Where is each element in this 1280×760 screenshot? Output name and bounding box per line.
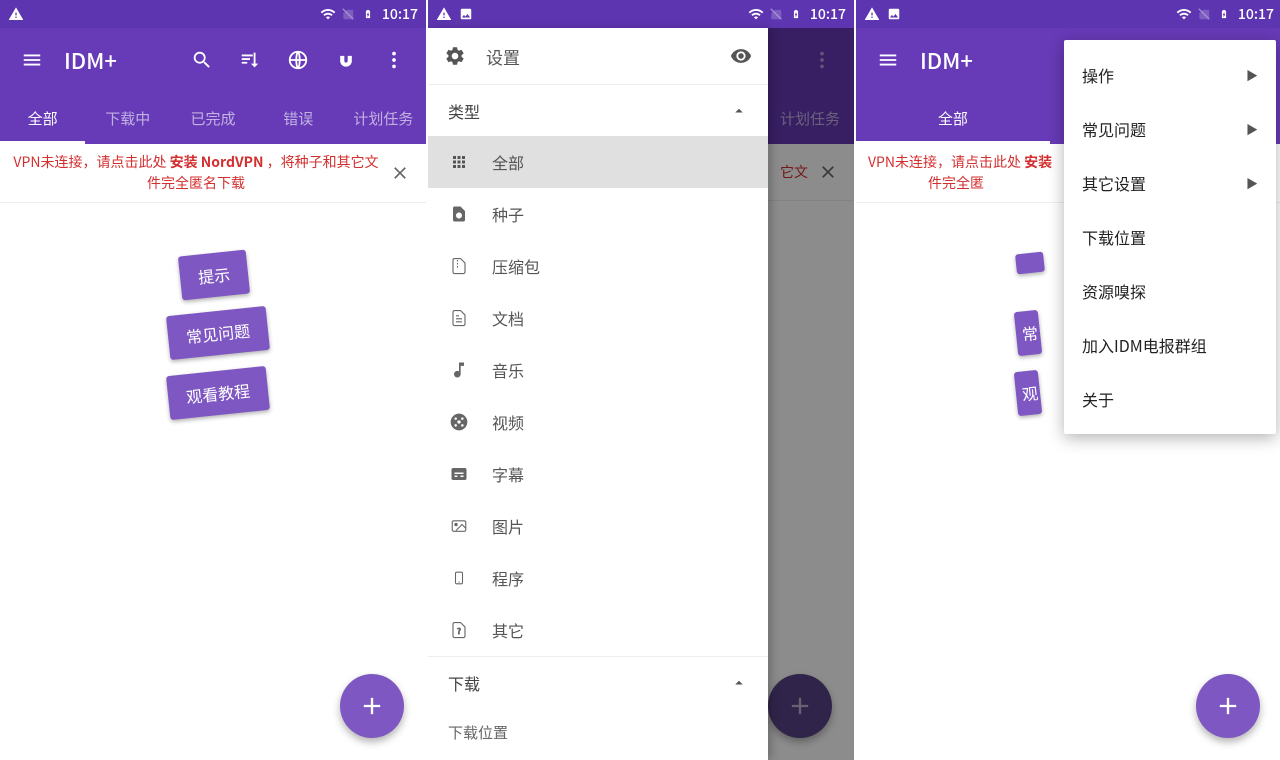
type-image[interactable]: 图片 bbox=[428, 500, 768, 552]
sort-button[interactable] bbox=[226, 36, 274, 84]
video-icon bbox=[448, 411, 470, 433]
status-time: 10:17 bbox=[810, 4, 846, 24]
phone-screen-1: 10:17 IDM+ 全部 下载中 已完成 错误 计划任务 VPN未连接，请点击… bbox=[0, 0, 426, 760]
picture-icon bbox=[448, 515, 470, 537]
search-button[interactable] bbox=[178, 36, 226, 84]
type-program[interactable]: 程序 bbox=[428, 552, 768, 604]
chevron-right-icon: ▶ bbox=[1246, 121, 1258, 138]
drawer-download-location[interactable]: 下载位置 bbox=[428, 708, 768, 757]
drawer-section-types[interactable]: 类型 bbox=[428, 84, 768, 136]
type-archive[interactable]: 压缩包 bbox=[428, 240, 768, 292]
gear-icon bbox=[444, 45, 466, 67]
menu-about[interactable]: 关于 bbox=[1064, 372, 1276, 426]
fab-add[interactable] bbox=[340, 674, 404, 738]
vpn-banner[interactable]: VPN未连接，请点击此处 安装 NordVPN ，将种子和其它文件完全匿名下载 bbox=[0, 144, 426, 203]
browser-button[interactable] bbox=[274, 36, 322, 84]
tab-error[interactable]: 错误 bbox=[256, 92, 341, 144]
no-sim-icon bbox=[768, 6, 784, 22]
app-bar: IDM+ bbox=[0, 28, 426, 92]
menu-faq[interactable]: 常见问题▶ bbox=[1064, 102, 1276, 156]
type-torrent[interactable]: 种子 bbox=[428, 188, 768, 240]
more-button[interactable] bbox=[370, 36, 418, 84]
unknown-file-icon: ? bbox=[448, 619, 470, 641]
warning-icon bbox=[8, 6, 24, 22]
menu-actions[interactable]: 操作▶ bbox=[1064, 48, 1276, 102]
archive-icon bbox=[448, 255, 470, 277]
overflow-menu: 操作▶ 常见问题▶ 其它设置▶ 下载位置 资源嗅探 加入IDM电报群组 关于 bbox=[1064, 40, 1276, 434]
vpn-banner-close[interactable] bbox=[380, 153, 420, 193]
no-sim-icon bbox=[340, 6, 356, 22]
chevron-up-icon bbox=[730, 674, 748, 692]
type-other[interactable]: ?其它 bbox=[428, 604, 768, 656]
document-icon bbox=[448, 307, 470, 329]
phone-screen-2: 10:17 计划任务 它文 设置 类型 全部 种子 压缩包 bbox=[428, 0, 854, 760]
wifi-icon bbox=[320, 6, 336, 22]
status-time: 10:17 bbox=[1238, 4, 1274, 24]
hint-chips: 提示 常见问题 观看教程 bbox=[0, 203, 426, 403]
warning-icon bbox=[864, 6, 880, 22]
menu-sniffer[interactable]: 资源嗅探 bbox=[1064, 264, 1276, 318]
drawer-settings[interactable]: 设置 bbox=[428, 28, 768, 84]
subtitle-icon bbox=[448, 463, 470, 485]
menu-other-settings[interactable]: 其它设置▶ bbox=[1064, 156, 1276, 210]
magnet-button[interactable] bbox=[322, 36, 370, 84]
menu-download-location[interactable]: 下载位置 bbox=[1064, 210, 1276, 264]
chip-faq[interactable]: 常见问题 bbox=[166, 306, 270, 360]
app-title: IDM+ bbox=[920, 44, 973, 76]
type-all[interactable]: 全部 bbox=[428, 136, 768, 188]
tab-scheduled[interactable]: 计划任务 bbox=[341, 92, 426, 144]
phone-screen-3: 10:17 IDM+ 全部 下载中 VPN未连接，请点击此处 安装件完全匿 常 … bbox=[856, 0, 1280, 760]
drawer-settings-label: 设置 bbox=[486, 44, 710, 69]
chevron-right-icon: ▶ bbox=[1246, 67, 1258, 84]
torrent-icon bbox=[448, 203, 470, 225]
type-music[interactable]: 音乐 bbox=[428, 344, 768, 396]
battery-charging-icon bbox=[360, 6, 376, 22]
chip-tip-partial bbox=[1015, 252, 1045, 275]
tab-downloading[interactable]: 下载中 bbox=[85, 92, 170, 144]
nav-drawer: 设置 类型 全部 种子 压缩包 文档 音乐 视频 字幕 图片 程序 ?其它 下载… bbox=[428, 28, 768, 760]
battery-charging-icon bbox=[1216, 6, 1232, 22]
no-sim-icon bbox=[1196, 6, 1212, 22]
status-bar: 10:17 bbox=[428, 0, 854, 28]
chip-tutorial[interactable]: 观看教程 bbox=[166, 366, 270, 420]
chevron-up-icon bbox=[730, 102, 748, 120]
menu-button[interactable] bbox=[8, 36, 56, 84]
type-document[interactable]: 文档 bbox=[428, 292, 768, 344]
battery-charging-icon bbox=[788, 6, 804, 22]
tab-all[interactable]: 全部 bbox=[0, 92, 85, 144]
types-label: 类型 bbox=[448, 99, 480, 123]
fab-add[interactable] bbox=[1196, 674, 1260, 738]
status-time: 10:17 bbox=[382, 4, 418, 24]
drawer-section-downloads[interactable]: 下载 bbox=[428, 656, 768, 708]
music-icon bbox=[448, 359, 470, 381]
phone-icon bbox=[448, 567, 470, 589]
tab-completed[interactable]: 已完成 bbox=[170, 92, 255, 144]
app-title: IDM+ bbox=[64, 44, 117, 76]
warning-icon bbox=[436, 6, 452, 22]
chevron-right-icon: ▶ bbox=[1246, 175, 1258, 192]
chip-tip[interactable]: 提示 bbox=[178, 250, 250, 301]
type-video[interactable]: 视频 bbox=[428, 396, 768, 448]
svg-text:?: ? bbox=[457, 626, 461, 637]
chip-tutorial-partial: 观 bbox=[1014, 370, 1042, 416]
chip-faq-partial: 常 bbox=[1014, 310, 1042, 356]
menu-button[interactable] bbox=[864, 36, 912, 84]
status-bar: 10:17 bbox=[856, 0, 1280, 28]
wifi-icon bbox=[748, 6, 764, 22]
tab-all[interactable]: 全部 bbox=[856, 92, 1050, 144]
menu-telegram[interactable]: 加入IDM电报群组 bbox=[1064, 318, 1276, 372]
tabs: 全部 下载中 已完成 错误 计划任务 bbox=[0, 92, 426, 144]
image-icon bbox=[886, 6, 902, 22]
eye-icon[interactable] bbox=[730, 45, 752, 67]
status-bar: 10:17 bbox=[0, 0, 426, 28]
type-subtitle[interactable]: 字幕 bbox=[428, 448, 768, 500]
vpn-banner-text: VPN未连接，请点击此处 安装 NordVPN ，将种子和其它文件完全匿名下载 bbox=[12, 152, 380, 194]
downloads-label: 下载 bbox=[448, 671, 480, 695]
wifi-icon bbox=[1176, 6, 1192, 22]
grid-icon bbox=[448, 151, 470, 173]
image-icon bbox=[458, 6, 474, 22]
